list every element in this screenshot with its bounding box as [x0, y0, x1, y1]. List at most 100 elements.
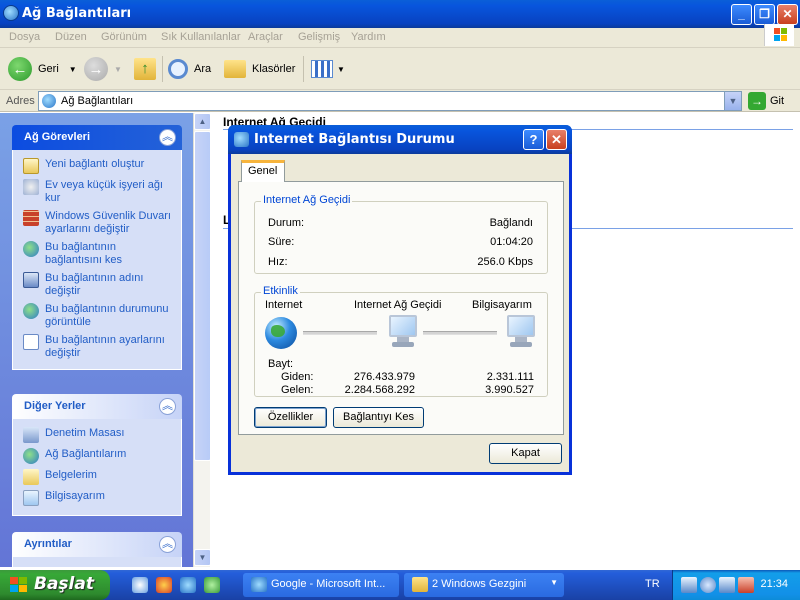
my-computer-icon — [23, 490, 39, 506]
window-titlebar[interactable]: Ağ Bağlantıları _ ❐ ✕ — [0, 0, 800, 28]
back-dropdown-icon[interactable]: ▼ — [69, 65, 77, 74]
task-rename[interactable]: Bu bağlantının adını değiştir — [13, 270, 181, 301]
task-pane-scrollbar[interactable]: ▲ ▼ — [193, 113, 211, 567]
other-places-list: Denetim Masası Ağ Bağlantılarım Belgeler… — [12, 419, 182, 516]
computer-received-value: 3.990.527 — [485, 384, 534, 396]
menu-edit[interactable]: Düzen — [55, 31, 87, 43]
start-button[interactable]: Başlat — [0, 570, 110, 600]
media-player-icon[interactable] — [156, 577, 172, 593]
documents-icon — [23, 469, 39, 485]
place-control-panel[interactable]: Denetim Masası — [13, 425, 181, 446]
taskbar-item-browser[interactable]: Google - Microsoft Int... — [243, 573, 399, 597]
new-connection-icon — [23, 158, 39, 174]
messenger-icon[interactable] — [204, 577, 220, 593]
place-my-computer[interactable]: Bilgisayarım — [13, 488, 181, 509]
dialog-close-button[interactable]: ✕ — [546, 129, 567, 150]
collapse-chevron-icon[interactable]: ︽ — [159, 398, 176, 415]
scroll-up-icon[interactable]: ▲ — [194, 113, 211, 130]
go-arrow-icon: → — [748, 92, 766, 110]
search-button[interactable]: Ara — [168, 56, 211, 82]
scroll-down-icon[interactable]: ▼ — [194, 549, 211, 566]
close-button[interactable]: ✕ — [777, 4, 798, 25]
up-folder-icon: ↑ — [134, 58, 156, 80]
security-alert-icon[interactable] — [738, 577, 754, 593]
internet-explorer-icon[interactable] — [180, 577, 196, 593]
tab-general[interactable]: Genel — [241, 160, 285, 182]
browser-icon — [251, 577, 267, 592]
speed-value: 256.0 Kbps — [477, 256, 533, 268]
task-pane: Ağ Görevleri ︽ Yeni bağlantı oluştur Ev … — [0, 113, 193, 567]
taskbar-item-label: Google - Microsoft Int... — [271, 578, 386, 590]
task-label: Ev veya küçük işyeri ağı kur — [45, 179, 163, 204]
menu-advanced[interactable]: Gelişmiş — [298, 31, 340, 43]
sent-label: Giden: — [281, 371, 314, 383]
forward-button[interactable]: → ▼ — [84, 56, 122, 82]
place-label: Denetim Masası — [45, 427, 125, 439]
disconnect-button[interactable]: Bağlantıyı Kes — [333, 407, 424, 428]
firewall-icon — [23, 210, 39, 226]
network-tasks-panel: Ağ Görevleri ︽ Yeni bağlantı oluştur Ev … — [12, 125, 182, 370]
menu-tools[interactable]: Araçlar — [248, 31, 283, 43]
users-tray-icon[interactable] — [700, 577, 716, 593]
network-connections-icon — [42, 94, 56, 108]
task-change-settings[interactable]: Bu bağlantının ayarlarını değiştir — [13, 332, 181, 363]
close-dialog-button[interactable]: Kapat — [489, 443, 562, 464]
status-label: Durum: — [268, 217, 305, 229]
task-label: Bu bağlantının durumunu görüntüle — [45, 303, 169, 328]
task-new-connection[interactable]: Yeni bağlantı oluştur — [13, 156, 181, 177]
task-label: Bu bağlantının bağlantısını kes — [45, 241, 123, 266]
collapse-chevron-icon[interactable]: ︽ — [159, 536, 176, 553]
place-label: Ağ Bağlantılarım — [45, 448, 127, 460]
views-button[interactable]: ▼ — [311, 56, 345, 82]
status-value: Bağlandı — [489, 217, 533, 229]
language-indicator[interactable]: TR — [645, 578, 660, 590]
menu-file[interactable]: Dosya — [9, 31, 40, 43]
windows-flag-icon — [10, 577, 28, 593]
minimize-button[interactable]: _ — [731, 4, 752, 25]
connection-tray-icon[interactable] — [719, 577, 735, 593]
address-dropdown-icon[interactable]: ▼ — [724, 92, 741, 110]
activity-group: Etkinlik Internet Internet Ağ Geçidi Bil… — [254, 285, 548, 397]
gateway-received-value: 2.284.568.292 — [344, 384, 415, 396]
menu-view[interactable]: Görünüm — [101, 31, 147, 43]
taskbar-item-explorer[interactable]: 2 Windows Gezgini ▼ — [404, 573, 564, 597]
scroll-thumb[interactable] — [194, 131, 211, 461]
task-firewall[interactable]: Windows Güvenlik Duvarı ayarlarını değiş… — [13, 208, 181, 239]
group-dropdown-icon[interactable]: ▼ — [550, 578, 558, 587]
menu-favorites[interactable]: Sık Kullanılanlar — [161, 31, 241, 43]
dialog-title: Internet Bağlantısı Durumu — [254, 132, 455, 147]
place-network-places[interactable]: Ağ Bağlantılarım — [13, 446, 181, 467]
task-home-network[interactable]: Ev veya küçük işyeri ağı kur — [13, 177, 181, 208]
task-disconnect[interactable]: Bu bağlantının bağlantısını kes — [13, 239, 181, 270]
folders-button[interactable]: Klasörler — [224, 56, 295, 82]
views-dropdown-icon[interactable]: ▼ — [337, 65, 345, 74]
activity-group-title: Etkinlik — [261, 285, 300, 297]
taskbar: Başlat Google - Microsoft Int... 2 Windo… — [0, 570, 800, 600]
network-tasks-list: Yeni bağlantı oluştur Ev veya küçük işye… — [12, 150, 182, 370]
go-button[interactable]: → Git — [748, 92, 784, 110]
place-my-documents[interactable]: Belgelerim — [13, 467, 181, 488]
show-desktop-icon[interactable] — [132, 577, 148, 593]
clock: 21:34 — [760, 578, 788, 590]
toolbar-separator — [303, 56, 304, 82]
folder-icon — [412, 577, 428, 592]
network-tray-icon[interactable] — [681, 577, 697, 593]
collapse-chevron-icon[interactable]: ︽ — [159, 129, 176, 146]
back-button[interactable]: ← Geri ▼ — [8, 56, 77, 82]
properties-button[interactable]: Özellikler — [254, 407, 327, 428]
menu-help[interactable]: Yardım — [351, 31, 386, 43]
details-header[interactable]: Ayrıntılar ︽ — [12, 532, 182, 557]
address-label: Adres — [6, 95, 35, 107]
other-places-header[interactable]: Diğer Yerler ︽ — [12, 394, 182, 419]
gateway-group: Internet Ağ Geçidi Durum: Bağlandı Süre:… — [254, 194, 548, 274]
task-view-status[interactable]: Bu bağlantının durumunu görüntüle — [13, 301, 181, 332]
dialog-titlebar[interactable]: Internet Bağlantısı Durumu ? ✕ — [228, 125, 572, 154]
forward-dropdown-icon: ▼ — [114, 64, 122, 74]
help-button[interactable]: ? — [523, 129, 544, 150]
up-folder-button[interactable]: ↑ — [134, 56, 156, 82]
other-places-title: Diğer Yerler — [24, 400, 86, 412]
maximize-button[interactable]: ❐ — [754, 4, 775, 25]
gateway-group-title: Internet Ağ Geçidi — [261, 194, 353, 206]
network-tasks-header[interactable]: Ağ Görevleri ︽ — [12, 125, 182, 150]
address-field[interactable]: Ağ Bağlantıları ▼ — [38, 91, 742, 111]
